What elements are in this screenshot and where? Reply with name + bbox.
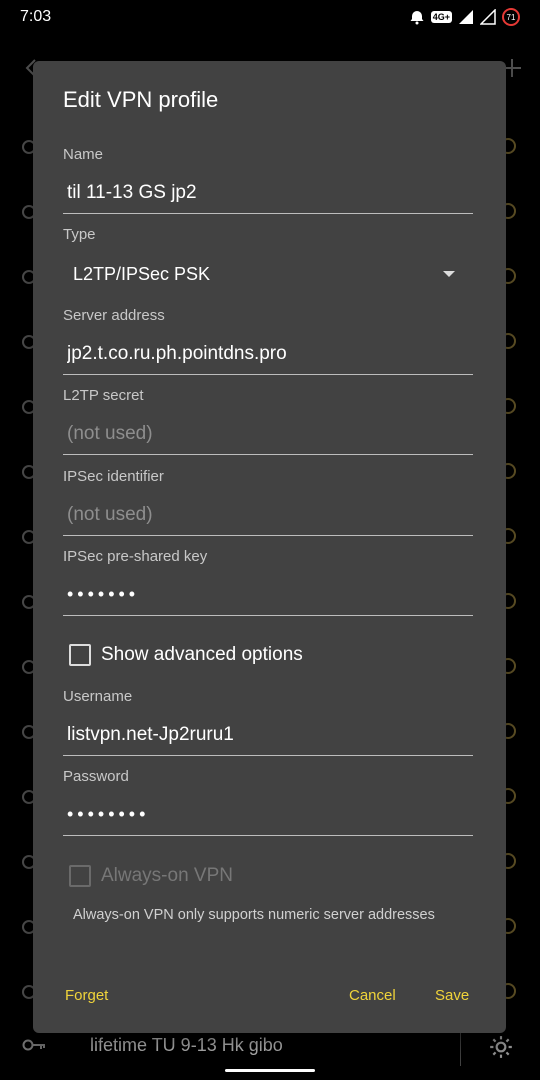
- dialog-title: Edit VPN profile: [63, 87, 219, 112]
- password-label: Password: [63, 768, 129, 785]
- ipsec-identifier-container: [63, 494, 473, 536]
- name-input[interactable]: [63, 172, 473, 213]
- ipsec-psk-input[interactable]: [63, 574, 473, 615]
- divider: [460, 1030, 461, 1066]
- gear-icon[interactable]: [488, 1034, 514, 1060]
- name-label: Name: [63, 146, 104, 163]
- ipsec-identifier-input[interactable]: [63, 494, 473, 535]
- type-dropdown[interactable]: L2TP/IPSec PSK: [63, 255, 473, 295]
- edit-vpn-dialog: Edit VPN profile Name Type L2TP/IPSec PS…: [33, 61, 506, 1033]
- always-on-label: Always-on VPN: [101, 865, 233, 886]
- network-4g-icon: 4G+: [430, 11, 452, 23]
- username-input[interactable]: [63, 714, 473, 755]
- password-container: [63, 794, 473, 836]
- ipsec-psk-container: [63, 574, 473, 616]
- always-on-note: Always-on VPN only supports numeric serv…: [73, 907, 435, 923]
- ipsec-psk-label: IPSec pre-shared key: [63, 548, 208, 565]
- status-time: 7:03: [20, 8, 52, 25]
- cancel-button[interactable]: Cancel: [349, 987, 396, 1004]
- ipsec-identifier-label: IPSec identifier: [63, 468, 164, 485]
- vpn-key-icon: [22, 1039, 45, 1051]
- navigation-handle[interactable]: [225, 1069, 315, 1072]
- save-button[interactable]: Save: [435, 987, 469, 1004]
- l2tp-secret-label: L2TP secret: [63, 387, 144, 404]
- username-container: [63, 714, 473, 756]
- password-input[interactable]: [63, 794, 473, 835]
- alarm-icon: [410, 11, 424, 25]
- dropdown-arrow-icon: [443, 271, 455, 277]
- show-advanced-label: Show advanced options: [101, 644, 303, 665]
- status-bar: 7:03 4G+ 71: [0, 0, 540, 36]
- l2tp-secret-container: [63, 413, 473, 455]
- l2tp-secret-input[interactable]: [63, 413, 473, 454]
- show-advanced-row[interactable]: Show advanced options: [69, 644, 303, 666]
- always-on-row: Always-on VPN: [69, 865, 233, 887]
- signal-icon: [459, 10, 473, 24]
- server-address-label: Server address: [63, 307, 165, 324]
- status-icons: 4G+ 71: [409, 8, 520, 26]
- always-on-checkbox: [69, 865, 91, 887]
- name-field-container: [63, 172, 473, 214]
- type-selected-value: L2TP/IPSec PSK: [73, 264, 211, 284]
- signal-icon-2: [480, 9, 496, 25]
- server-field-container: [63, 333, 473, 375]
- server-address-input[interactable]: [63, 333, 473, 374]
- vpn-profile-name: lifetime TU 9-13 Hk gibo: [90, 1035, 283, 1055]
- username-label: Username: [63, 688, 133, 705]
- forget-button[interactable]: Forget: [65, 987, 108, 1004]
- type-label: Type: [63, 226, 96, 243]
- battery-icon: 71: [502, 8, 520, 26]
- show-advanced-checkbox[interactable]: [69, 644, 91, 666]
